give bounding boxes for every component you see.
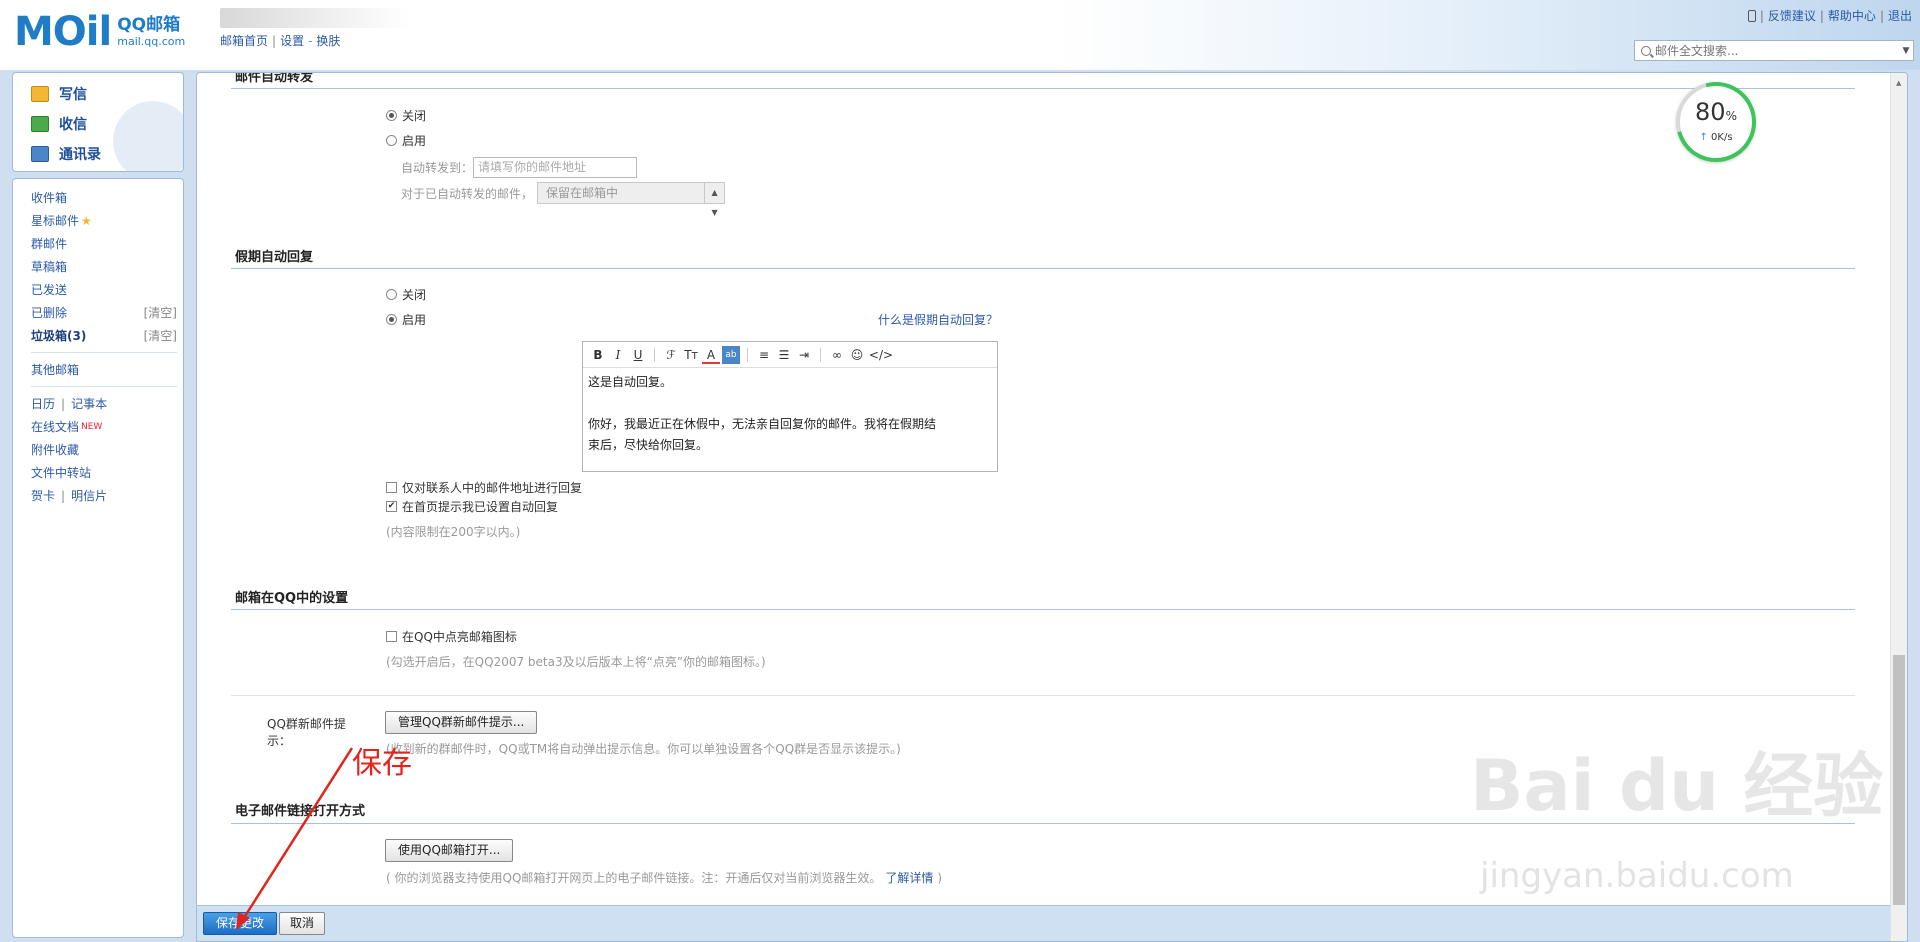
annotation-label: 保存 [352,746,412,781]
baidu-watermark: Bai du 经验 [1470,745,1884,827]
baidu-watermark-url: jingyan.baidu.com [1480,856,1794,896]
